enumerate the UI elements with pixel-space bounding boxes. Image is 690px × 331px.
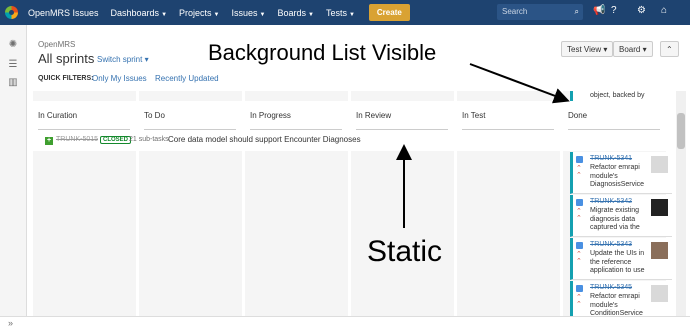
gear-icon[interactable]: ⚙ xyxy=(637,5,646,16)
brand-link[interactable]: OpenMRS Issues xyxy=(22,8,105,18)
story-icon: + xyxy=(45,137,53,145)
annotation-static: Static xyxy=(367,235,443,268)
megaphone-icon[interactable]: 📢 xyxy=(593,5,605,16)
project-name[interactable]: OpenMRS xyxy=(38,40,75,49)
avatar xyxy=(651,156,668,173)
page-title: All sprints xyxy=(38,51,95,66)
backlog-icon[interactable]: ☰ xyxy=(6,59,20,71)
column-header: In Progress xyxy=(250,111,291,120)
switch-sprint-dropdown[interactable]: Switch sprint ▾ xyxy=(97,55,149,64)
card-summary: Refactor emrapi module's DiagnosisServic… xyxy=(590,164,645,188)
filter-recently-updated[interactable]: Recently Updated xyxy=(155,74,219,83)
avatar[interactable]: ⌂ xyxy=(661,5,667,16)
annotation-background-list: Background List Visible xyxy=(208,40,437,65)
priority-high-icon: ⌃ ⌃ xyxy=(576,251,582,265)
issue-card[interactable]: ⌃ ⌃ TRUNK-5345 Refactor emrapi module's C… xyxy=(570,281,672,316)
nav-projects[interactable]: Projects ▼ xyxy=(173,8,225,18)
chevron-down-icon: ▼ xyxy=(348,11,355,18)
create-button[interactable]: Create xyxy=(368,4,410,21)
swimlane-issue-key[interactable]: TRUNK-5015 xyxy=(56,136,98,143)
nav-issues[interactable]: Issues ▼ xyxy=(225,8,271,18)
avatar xyxy=(651,285,668,302)
help-icon[interactable]: ? xyxy=(611,5,617,16)
column-header: In Review xyxy=(356,111,392,120)
swimlane-header[interactable]: + TRUNK-5015 CLOSED 21 sub-tasks Core da… xyxy=(27,132,673,151)
card-summary: Migrate existing diagnosis data captured… xyxy=(590,207,640,231)
scrollbar-thumb[interactable] xyxy=(677,113,685,149)
subtask-icon xyxy=(576,156,583,163)
nav-boards[interactable]: Boards ▼ xyxy=(271,8,319,18)
background-card-text: object, backed by xyxy=(590,92,645,99)
search-placeholder: Search xyxy=(502,7,528,16)
search-icon: ⌕ xyxy=(574,7,579,16)
chevron-down-icon: ▼ xyxy=(161,11,168,18)
card-issue-key[interactable]: TRUNK-5342 xyxy=(590,198,632,205)
card-summary: Refactor emrapi module's ConditionServic… xyxy=(590,293,643,316)
issue-card[interactable]: ⌃ ⌃ TRUNK-5342 Migrate existing diagnosis… xyxy=(570,195,672,237)
board-dropdown-button[interactable]: Board ▾ xyxy=(613,41,653,57)
card-summary: Update the UIs in the reference applicat… xyxy=(590,250,645,274)
column-header: To Do xyxy=(144,111,165,120)
divider xyxy=(38,129,130,130)
divider xyxy=(568,129,660,130)
divider xyxy=(356,129,448,130)
filter-only-my-issues[interactable]: Only My Issues xyxy=(92,74,147,83)
nav-dashboards[interactable]: Dashboards ▼ xyxy=(105,8,173,18)
divider xyxy=(250,129,342,130)
chevron-down-icon: ▼ xyxy=(213,11,220,18)
swimlane-summary: Core data model should support Encounter… xyxy=(168,135,361,144)
priority-high-icon: ⌃ ⌃ xyxy=(576,208,582,222)
chevron-down-icon: ▼ xyxy=(259,11,266,18)
card-issue-key[interactable]: TRUNK-5343 xyxy=(590,241,632,248)
divider xyxy=(462,129,554,130)
quick-filters-label: QUICK FILTERS: xyxy=(38,75,94,82)
avatar xyxy=(651,199,668,216)
collapse-header-button[interactable]: ⌃ xyxy=(660,41,679,57)
openmrs-logo-icon[interactable] xyxy=(0,0,22,25)
card-issue-key[interactable]: TRUNK-5341 xyxy=(590,155,632,162)
column-header: In Curation xyxy=(38,111,78,120)
nav-tests[interactable]: Tests ▼ xyxy=(320,8,361,18)
issue-card[interactable]: ⌃ ⌃ TRUNK-5343 Update the UIs in the refe… xyxy=(570,238,672,280)
column-header: Done xyxy=(568,111,588,120)
card-issue-key[interactable]: TRUNK-5345 xyxy=(590,284,632,291)
subtask-count: 21 sub-tasks xyxy=(129,136,169,143)
status-badge: CLOSED xyxy=(100,136,132,144)
issue-card[interactable]: ⌃ ⌃ TRUNK-5341 Refactor emrapi module's D… xyxy=(570,152,672,194)
subtask-icon xyxy=(576,199,583,206)
subtask-icon xyxy=(576,285,583,292)
project-avatar-icon[interactable]: ✺ xyxy=(6,39,20,51)
background-card: object, backed by xyxy=(570,91,672,101)
chevron-down-icon: ▼ xyxy=(307,11,314,18)
priority-high-icon: ⌃ ⌃ xyxy=(576,165,582,179)
expand-sidebar-icon[interactable]: » xyxy=(8,318,13,328)
priority-high-icon: ⌃ ⌃ xyxy=(576,294,582,308)
sprint-board: In Curation To Do In Progress In Review … xyxy=(27,91,673,316)
view-dropdown-button[interactable]: Test View ▾ xyxy=(561,41,614,57)
column-header: In Test xyxy=(462,111,486,120)
subtask-icon xyxy=(576,242,583,249)
project-sidebar: ✺ ☰ ▥ xyxy=(0,25,27,331)
bottom-bar: » xyxy=(0,316,690,331)
search-input[interactable]: Search ⌕ xyxy=(497,4,583,20)
avatar xyxy=(651,242,668,259)
top-navigation-bar: OpenMRS Issues Dashboards ▼ Projects ▼ Iss… xyxy=(0,0,690,25)
board-icon[interactable]: ▥ xyxy=(6,77,20,89)
divider xyxy=(144,129,236,130)
